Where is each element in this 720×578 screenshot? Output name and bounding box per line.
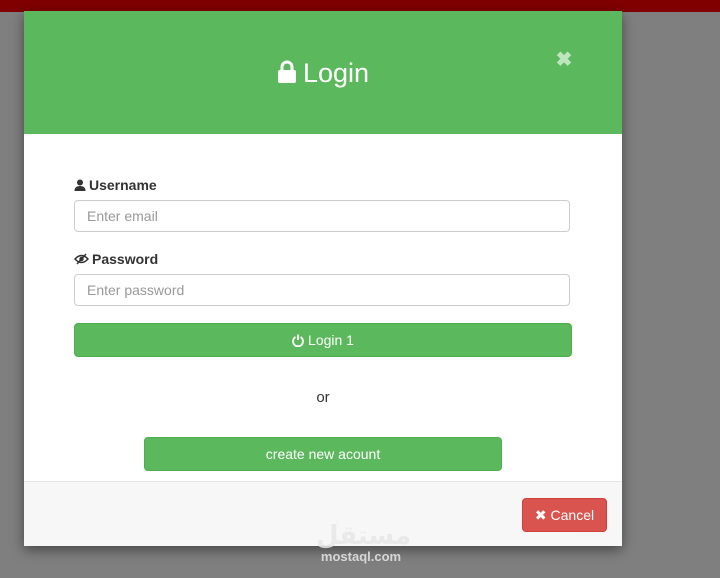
watermark-latin: mostaql.com	[320, 549, 402, 564]
username-label: Username	[74, 177, 157, 193]
username-label-text: Username	[89, 177, 157, 193]
create-account-button[interactable]: create new acount	[144, 437, 502, 471]
lock-icon	[277, 57, 297, 93]
password-input[interactable]	[74, 274, 570, 306]
login-button-label: Login 1	[308, 332, 354, 348]
modal-title-text: Login	[302, 58, 370, 88]
login-button[interactable]: Login 1	[74, 323, 572, 357]
times-icon: ✖	[534, 507, 547, 523]
close-icon[interactable]: ✖	[555, 50, 573, 70]
cancel-button[interactable]: ✖ Cancel	[522, 498, 607, 532]
modal-title: Login	[24, 55, 622, 93]
cancel-button-label: Cancel	[550, 507, 595, 523]
password-label: Password	[73, 251, 159, 267]
eye-slash-icon	[73, 253, 90, 265]
user-icon	[74, 179, 86, 191]
power-icon	[292, 334, 304, 348]
login-modal: Login ✖ Username Password Login 1 or cre…	[24, 11, 622, 546]
or-separator: or	[316, 389, 330, 406]
password-label-text: Password	[92, 251, 159, 267]
watermark-arabic: مستقل	[316, 521, 412, 551]
username-input[interactable]	[74, 200, 570, 232]
modal-header: Login ✖	[24, 11, 622, 134]
watermark-logo: مستقل mostaql.com	[316, 521, 412, 564]
